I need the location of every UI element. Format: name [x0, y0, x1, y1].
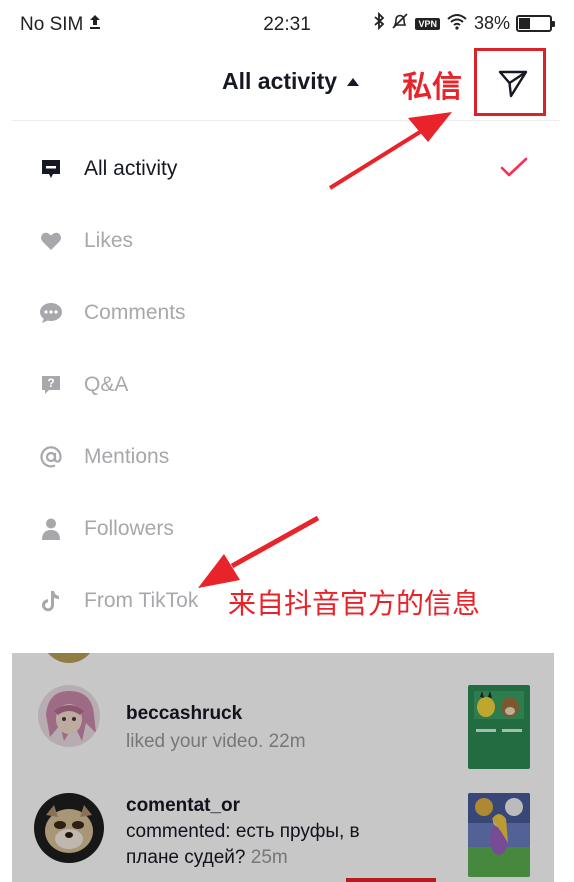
username[interactable]: comentat_or	[126, 795, 240, 817]
tiktok-logo-icon	[38, 588, 64, 614]
muted-bell-icon	[391, 12, 409, 35]
battery-fill	[519, 18, 530, 29]
activity-header: All activity 私信	[0, 48, 574, 120]
vpn-badge: VPN	[415, 17, 440, 30]
video-thumbnail[interactable]	[468, 685, 530, 769]
heart-icon	[38, 228, 64, 254]
svg-text:?: ?	[47, 376, 54, 390]
question-icon: ?	[38, 372, 64, 398]
battery-percent: 38%	[473, 13, 510, 33]
username[interactable]: beccashruck	[126, 703, 242, 725]
paper-plane-icon	[498, 70, 528, 98]
filter-item-likes[interactable]: Likes	[0, 209, 574, 273]
at-sign-icon	[38, 444, 64, 470]
bluetooth-icon	[373, 11, 385, 35]
comment-text-line1: commented: есть пруфы, в	[126, 821, 360, 842]
filter-item-qa[interactable]: ? Q&A	[0, 353, 574, 417]
activity-dropdown[interactable]: All activity	[222, 68, 360, 95]
status-right: VPN 38%	[373, 11, 555, 35]
filter-label: Likes	[84, 229, 134, 252]
comment-bubble-icon	[38, 300, 64, 326]
activity-message: liked your video.	[126, 731, 264, 752]
comment-message: плане судей?	[126, 847, 246, 868]
status-bar: No SIM 22:31 VPN 38%	[0, 0, 574, 48]
checkmark-icon	[500, 156, 528, 183]
filter-label: Mentions	[84, 445, 170, 468]
filter-label: From TikTok	[84, 589, 199, 612]
activity-text: liked your video. 22m	[126, 729, 306, 755]
video-thumbnail[interactable]	[468, 793, 530, 877]
page-title: All activity	[222, 68, 338, 94]
activity-feed: beccashruck liked your video. 22m coment…	[12, 653, 554, 882]
filter-label: All activity	[84, 157, 178, 180]
filter-item-followers[interactable]: Followers	[0, 497, 574, 561]
activity-time: 25m	[250, 847, 288, 868]
filter-item-comments[interactable]: Comments	[0, 281, 574, 345]
avatar[interactable]	[34, 793, 104, 863]
wifi-icon	[446, 12, 468, 35]
filter-label: Q&A	[84, 373, 129, 396]
activity-time: 22m	[268, 731, 306, 752]
avatar-partial	[42, 653, 96, 663]
filter-label: Comments	[84, 301, 186, 324]
avatar[interactable]	[38, 685, 100, 747]
activity-filter-menu: All activity Likes Comments ? Q&A Mentio…	[0, 121, 574, 653]
filter-item-all-activity[interactable]: All activity	[0, 137, 574, 201]
filter-label: Followers	[84, 517, 174, 540]
annotation-direct-message: 私信	[402, 71, 462, 104]
indicator-bar	[346, 878, 436, 882]
caret-up-icon	[347, 77, 360, 86]
annotation-from-tiktok: 来自抖音官方的信息	[228, 588, 481, 619]
comment-text-line2: плане судей? 25m	[126, 845, 288, 871]
message-square-icon	[38, 156, 64, 182]
battery-icon	[516, 15, 555, 32]
direct-message-button[interactable]	[496, 66, 530, 100]
filter-item-mentions[interactable]: Mentions	[0, 425, 574, 489]
person-icon	[38, 516, 64, 542]
